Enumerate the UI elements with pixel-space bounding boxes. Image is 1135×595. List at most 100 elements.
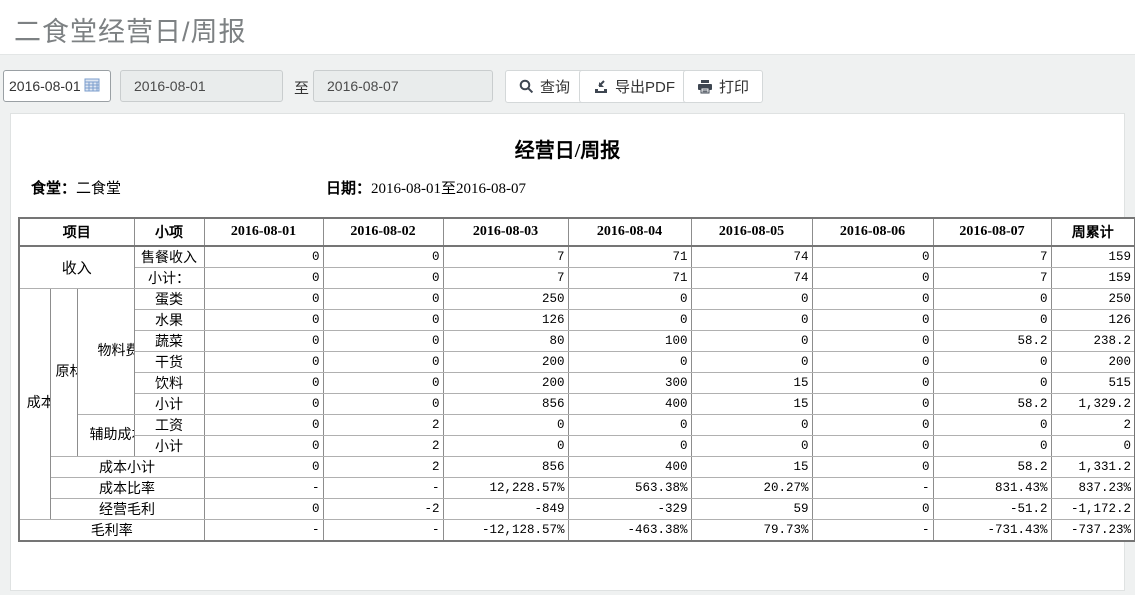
cell-value: 0 [1051, 436, 1135, 457]
cell-value: - [323, 520, 443, 542]
cell-value: 0 [812, 310, 933, 331]
canteen-label: 食堂： [31, 181, 76, 197]
row-label: 水果 [134, 310, 204, 331]
top-header-bar: 二食堂经营日/周报 [0, 0, 1135, 55]
report-title: 经营日/周报 [11, 134, 1124, 163]
print-button[interactable]: 打印 [683, 70, 763, 103]
table-row: 蔬菜 0 0 80 100 0 0 58.2 238.2 [19, 331, 1135, 352]
cell-value: 238.2 [1051, 331, 1135, 352]
cell-value: 0 [691, 352, 812, 373]
cell-value: -737.23% [1051, 520, 1135, 542]
cell-value: 58.2 [933, 394, 1051, 415]
cell-value: 0 [204, 394, 323, 415]
export-tray-icon [593, 79, 609, 94]
cell-value: 200 [443, 352, 568, 373]
cell-value: 159 [1051, 246, 1135, 268]
cell-value: 0 [568, 436, 691, 457]
table-row: 小计： 0 0 7 71 74 0 7 159 [19, 268, 1135, 289]
cell-value: 200 [1051, 352, 1135, 373]
cell-value: 0 [812, 499, 933, 520]
row-label: 小计 [134, 436, 204, 457]
cell-value: 250 [1051, 289, 1135, 310]
cell-value: 0 [812, 373, 933, 394]
row-label: 干货 [134, 352, 204, 373]
cell-value: 0 [204, 373, 323, 394]
cell-value: 74 [691, 246, 812, 268]
canteen-value: 二食堂 [76, 181, 121, 197]
group-material-fee: 物料费 [77, 289, 134, 415]
cell-value: 7 [443, 268, 568, 289]
table-row: 经营毛利 0 -2 -849 -329 59 0 -51.2 -1,172.2 [19, 499, 1135, 520]
col-header-date: 2016-08-06 [812, 218, 933, 246]
table-row: 小计 0 2 0 0 0 0 0 0 [19, 436, 1135, 457]
cell-value: 0 [323, 352, 443, 373]
row-label: 售餐收入 [134, 246, 204, 268]
cell-value: -2 [323, 499, 443, 520]
col-header-date: 2016-08-02 [323, 218, 443, 246]
cell-value: 0 [204, 415, 323, 436]
cell-value: - [323, 478, 443, 499]
cell-value: 0 [204, 457, 323, 478]
cell-value: 0 [933, 373, 1051, 394]
export-pdf-button[interactable]: 导出PDF [579, 70, 689, 103]
group-income: 收入 [19, 246, 134, 289]
cell-value: 0 [691, 310, 812, 331]
cell-value: 7 [443, 246, 568, 268]
cell-value: 0 [568, 289, 691, 310]
row-label: 成本小计 [50, 457, 204, 478]
calendar-icon [84, 77, 100, 95]
cell-value: 15 [691, 373, 812, 394]
cell-value: -12,128.57% [443, 520, 568, 542]
cell-value: 0 [323, 394, 443, 415]
cell-value: 80 [443, 331, 568, 352]
cell-value: -463.38% [568, 520, 691, 542]
cell-value: 15 [691, 457, 812, 478]
group-raw-material: 原材料 [50, 289, 77, 457]
cell-value: 0 [323, 289, 443, 310]
cell-value: 0 [443, 415, 568, 436]
cell-value: 856 [443, 394, 568, 415]
search-button-label: 查询 [540, 76, 570, 97]
cell-value: 300 [568, 373, 691, 394]
cell-value: 0 [204, 268, 323, 289]
cell-value: 0 [204, 289, 323, 310]
row-label: 经营毛利 [50, 499, 204, 520]
cell-value: 2 [323, 415, 443, 436]
col-header-project: 项目 [19, 218, 134, 246]
cell-value: 0 [323, 331, 443, 352]
cell-value: 0 [933, 352, 1051, 373]
cell-value: 515 [1051, 373, 1135, 394]
cell-value: 0 [323, 246, 443, 268]
start-date-picker[interactable]: 2016-08-01 [3, 70, 111, 102]
cell-value: 0 [204, 310, 323, 331]
col-header-date: 2016-08-07 [933, 218, 1051, 246]
cell-value: 15 [691, 394, 812, 415]
cell-value: 0 [812, 331, 933, 352]
cell-value: 0 [204, 331, 323, 352]
col-header-date: 2016-08-01 [204, 218, 323, 246]
row-label: 工资 [134, 415, 204, 436]
cell-value: 0 [812, 246, 933, 268]
end-date-input[interactable] [313, 70, 493, 102]
cell-value: 0 [933, 415, 1051, 436]
cell-value: 0 [933, 310, 1051, 331]
start-date-input[interactable] [120, 70, 283, 102]
cell-value: 58.2 [933, 331, 1051, 352]
cell-value: 0 [812, 268, 933, 289]
cell-value: 2 [323, 436, 443, 457]
cell-value: 0 [933, 289, 1051, 310]
col-header-subitem: 小项 [134, 218, 204, 246]
cell-value: 0 [933, 436, 1051, 457]
cell-value: 0 [204, 246, 323, 268]
cell-value: 71 [568, 268, 691, 289]
search-button[interactable]: 查询 [505, 70, 584, 103]
cell-value: 100 [568, 331, 691, 352]
cell-value: 563.38% [568, 478, 691, 499]
cell-value: 400 [568, 457, 691, 478]
cell-value: -731.43% [933, 520, 1051, 542]
cell-value: 0 [204, 352, 323, 373]
cell-value: 0 [568, 415, 691, 436]
col-header-week-total: 周累计 [1051, 218, 1135, 246]
table-row: 成本比率 - - 12,228.57% 563.38% 20.27% - 831… [19, 478, 1135, 499]
col-header-date: 2016-08-03 [443, 218, 568, 246]
